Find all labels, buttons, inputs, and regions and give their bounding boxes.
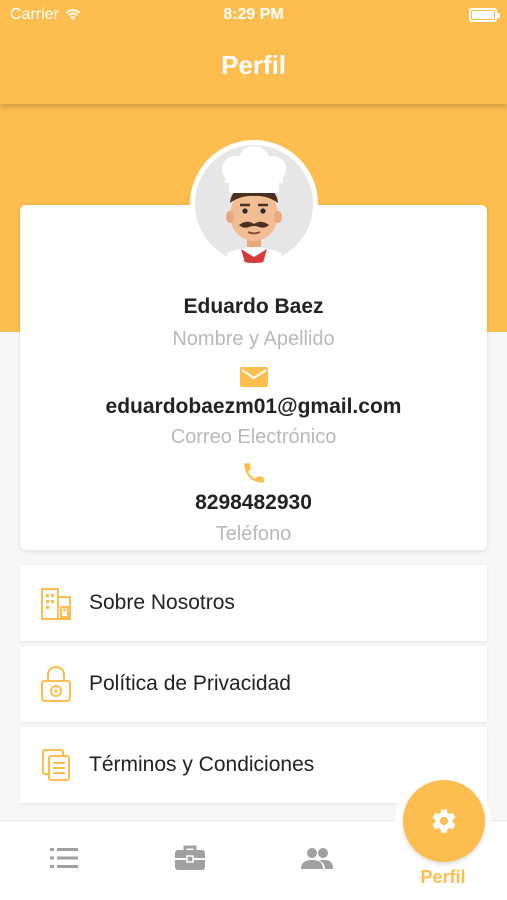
people-icon	[301, 848, 333, 869]
email-icon	[239, 367, 268, 387]
tab-profile[interactable]	[403, 780, 485, 862]
chef-avatar-image	[195, 145, 313, 263]
tab-profile-label[interactable]: Perfil	[395, 867, 491, 888]
clock: 8:29 PM	[223, 6, 284, 23]
avatar	[190, 140, 318, 268]
phone-icon	[243, 463, 264, 483]
email-label: Correo Electrónico	[170, 426, 337, 448]
nav-bar: Perfil	[0, 32, 507, 104]
document-icon	[38, 745, 74, 785]
page-title: Perfil	[220, 50, 287, 80]
profile-email: eduardobaezm01@gmail.com	[105, 395, 402, 418]
tab-people[interactable]	[297, 843, 337, 873]
menu-label-privacy: Política de Privacidad	[89, 672, 291, 695]
battery-icon	[469, 8, 500, 22]
menu-item-about[interactable]: Sobre Nosotros	[20, 565, 487, 641]
building-icon	[38, 583, 74, 623]
menu-label-terms: Términos y Condiciones	[89, 753, 315, 776]
profile-phone: 8298482930	[195, 491, 312, 514]
list-icon	[50, 848, 78, 868]
menu-label-about: Sobre Nosotros	[89, 591, 235, 614]
status-bar: Carrier 8:29 PM	[0, 0, 507, 32]
phone-label: Teléfono	[215, 523, 292, 545]
lock-icon	[38, 664, 74, 704]
tab-briefcase[interactable]	[170, 843, 210, 873]
menu-item-privacy[interactable]: Política de Privacidad	[20, 646, 487, 722]
profile-name: Eduardo Baez	[183, 295, 324, 318]
tab-list[interactable]	[44, 843, 84, 873]
name-label: Nombre y Apellido	[172, 328, 335, 350]
briefcase-icon	[175, 845, 205, 870]
gear-icon	[432, 809, 456, 833]
